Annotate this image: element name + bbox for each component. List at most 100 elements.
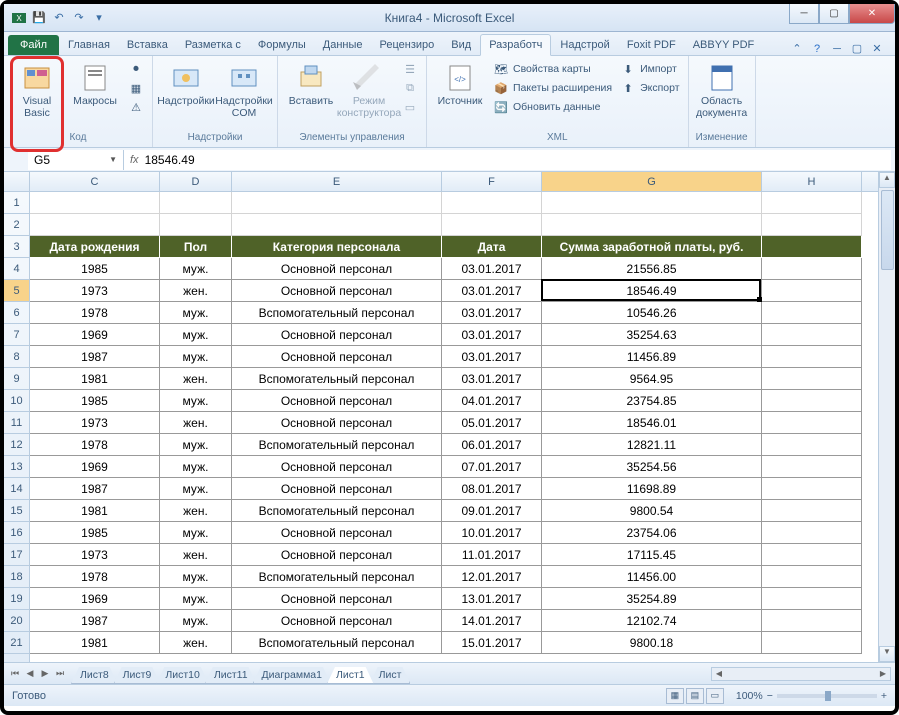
- cell[interactable]: муж.: [160, 390, 232, 412]
- row-header-8[interactable]: 8: [4, 346, 29, 368]
- table-header-cell[interactable]: Категория персонала: [232, 236, 442, 258]
- cell[interactable]: 1969: [30, 588, 160, 610]
- zoom-in-button[interactable]: +: [881, 690, 887, 702]
- cell[interactable]: 23754.06: [542, 522, 762, 544]
- cell[interactable]: 03.01.2017: [442, 368, 542, 390]
- cell[interactable]: 12102.74: [542, 610, 762, 632]
- row-header-1[interactable]: 1: [4, 192, 29, 214]
- cell[interactable]: [542, 214, 762, 236]
- row-header-10[interactable]: 10: [4, 390, 29, 412]
- row-header-12[interactable]: 12: [4, 434, 29, 456]
- cell[interactable]: Основной персонал: [232, 346, 442, 368]
- cell[interactable]: 18546.49: [542, 280, 762, 302]
- row-header-18[interactable]: 18: [4, 566, 29, 588]
- cell[interactable]: 1987: [30, 610, 160, 632]
- tab-данные[interactable]: Данные: [315, 35, 371, 55]
- scroll-thumb[interactable]: [881, 190, 894, 270]
- table-header-cell[interactable]: [762, 236, 862, 258]
- cell[interactable]: 35254.56: [542, 456, 762, 478]
- cell[interactable]: муж.: [160, 324, 232, 346]
- cell[interactable]: 12821.11: [542, 434, 762, 456]
- cell[interactable]: 15.01.2017: [442, 632, 542, 654]
- cell[interactable]: муж.: [160, 346, 232, 368]
- vertical-scrollbar[interactable]: ▲ ▼: [878, 172, 895, 662]
- redo-icon[interactable]: ↷: [70, 9, 88, 27]
- normal-view-button[interactable]: ▦: [666, 688, 684, 704]
- qat-more-icon[interactable]: ▾: [90, 9, 108, 27]
- row-header-4[interactable]: 4: [4, 258, 29, 280]
- cell[interactable]: 1973: [30, 280, 160, 302]
- cell[interactable]: Основной персонал: [232, 390, 442, 412]
- design-mode-button[interactable]: Режим конструктора: [342, 60, 396, 121]
- cell[interactable]: муж.: [160, 434, 232, 456]
- cell[interactable]: [762, 566, 862, 588]
- cell[interactable]: 10546.26: [542, 302, 762, 324]
- cell[interactable]: 35254.89: [542, 588, 762, 610]
- record-macro-button[interactable]: ⏺: [126, 60, 146, 78]
- refresh-data-button[interactable]: 🔄Обновить данные: [491, 98, 614, 116]
- cell[interactable]: Основной персонал: [232, 588, 442, 610]
- tab-надстрой[interactable]: Надстрой: [552, 35, 617, 55]
- import-button[interactable]: ⬇Импорт: [618, 60, 681, 78]
- cell[interactable]: Вспомогательный персонал: [232, 500, 442, 522]
- fx-icon[interactable]: fx: [130, 154, 139, 166]
- page-layout-button[interactable]: ▤: [686, 688, 704, 704]
- sheet-tab-Лист10[interactable]: Лист10: [156, 667, 209, 684]
- scroll-left-button[interactable]: ◀: [712, 669, 726, 678]
- table-header-cell[interactable]: Дата рождения: [30, 236, 160, 258]
- cell[interactable]: 17115.45: [542, 544, 762, 566]
- cell[interactable]: [762, 544, 862, 566]
- cell[interactable]: 11456.89: [542, 346, 762, 368]
- xml-source-button[interactable]: </> Источник: [433, 60, 487, 110]
- cell[interactable]: 1978: [30, 302, 160, 324]
- cell[interactable]: 1973: [30, 544, 160, 566]
- cell[interactable]: Основной персонал: [232, 412, 442, 434]
- view-code-button[interactable]: ⧉: [400, 79, 420, 97]
- cell[interactable]: [762, 192, 862, 214]
- cell[interactable]: 35254.63: [542, 324, 762, 346]
- page-break-button[interactable]: ▭: [706, 688, 724, 704]
- cell[interactable]: 14.01.2017: [442, 610, 542, 632]
- horizontal-scrollbar[interactable]: ◀ ▶: [711, 667, 891, 681]
- cell[interactable]: 1987: [30, 346, 160, 368]
- row-header-3[interactable]: 3: [4, 236, 29, 258]
- cell[interactable]: [542, 192, 762, 214]
- table-header-cell[interactable]: Сумма заработной платы, руб.: [542, 236, 762, 258]
- cell[interactable]: 9564.95: [542, 368, 762, 390]
- row-header-6[interactable]: 6: [4, 302, 29, 324]
- cell[interactable]: 1973: [30, 412, 160, 434]
- tab-nav-prev-icon[interactable]: ◀: [23, 668, 37, 679]
- cell[interactable]: [762, 434, 862, 456]
- cell[interactable]: Основной персонал: [232, 280, 442, 302]
- sheet-tab-Лист9[interactable]: Лист9: [114, 667, 161, 684]
- save-icon[interactable]: 💾: [30, 9, 48, 27]
- cell[interactable]: 03.01.2017: [442, 324, 542, 346]
- cell[interactable]: [762, 258, 862, 280]
- cell[interactable]: жен.: [160, 412, 232, 434]
- formula-input[interactable]: 18546.49: [145, 153, 195, 167]
- cell[interactable]: 11456.00: [542, 566, 762, 588]
- cell[interactable]: 10.01.2017: [442, 522, 542, 544]
- cell[interactable]: [762, 346, 862, 368]
- cell[interactable]: [160, 214, 232, 236]
- cell[interactable]: [762, 456, 862, 478]
- expansion-packs-button[interactable]: 📦Пакеты расширения: [491, 79, 614, 97]
- cell[interactable]: [762, 214, 862, 236]
- cell[interactable]: 03.01.2017: [442, 302, 542, 324]
- cell[interactable]: 18546.01: [542, 412, 762, 434]
- relative-refs-button[interactable]: ▦: [126, 79, 146, 97]
- cell[interactable]: Основной персонал: [232, 456, 442, 478]
- cell[interactable]: [762, 302, 862, 324]
- cell[interactable]: муж.: [160, 258, 232, 280]
- cell[interactable]: 11698.89: [542, 478, 762, 500]
- tab-разметка с[interactable]: Разметка с: [177, 35, 249, 55]
- tab-nav-last-icon[interactable]: ⏭: [53, 668, 67, 679]
- select-all-corner[interactable]: [4, 172, 30, 191]
- tab-вид[interactable]: Вид: [443, 35, 479, 55]
- cell[interactable]: жен.: [160, 544, 232, 566]
- cell[interactable]: [762, 478, 862, 500]
- sheet-tab-Лист[interactable]: Лист: [370, 667, 411, 684]
- cell[interactable]: [762, 368, 862, 390]
- cell[interactable]: [160, 192, 232, 214]
- tab-nav-next-icon[interactable]: ▶: [38, 668, 52, 679]
